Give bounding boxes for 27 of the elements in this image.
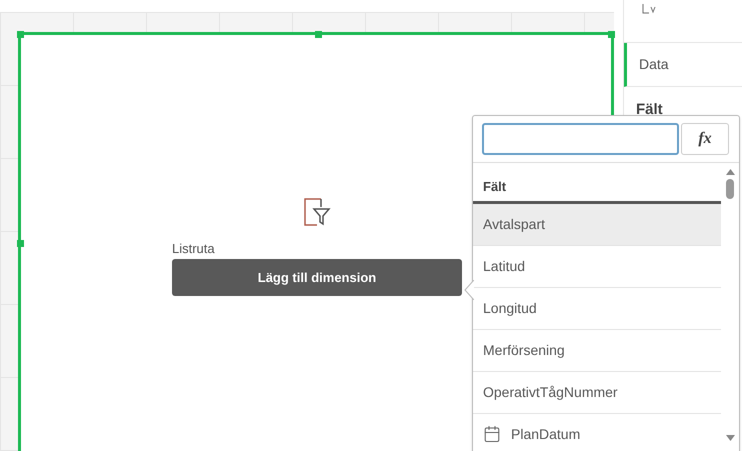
object-type-label: Listruta [172, 241, 216, 257]
field-label: Merförsening [483, 340, 565, 360]
search-field[interactable] [482, 123, 679, 155]
panel-icon [642, 4, 656, 14]
expression-button[interactable]: fx [681, 123, 729, 155]
field-label: Avtalspart [483, 214, 545, 234]
panel-tab[interactable]: Data [624, 43, 742, 87]
field-label: PlanDatum [511, 424, 580, 444]
resize-handle[interactable] [17, 31, 24, 38]
resize-handle[interactable] [315, 31, 322, 38]
section-title: Fält [635, 100, 664, 120]
calendar-icon [483, 425, 501, 443]
scroll-thumb[interactable] [726, 179, 734, 199]
add-dimension-button[interactable]: Lägg till dimension [172, 259, 462, 296]
scroll-up-icon[interactable] [726, 169, 734, 175]
field-label: Latitud [483, 256, 526, 276]
filter-pane-icon [303, 197, 331, 227]
field-item[interactable]: Avtalspart [473, 204, 721, 246]
field-label: Longitud [483, 298, 537, 318]
resize-handle[interactable] [608, 31, 615, 38]
field-item[interactable]: Longitud [473, 288, 721, 330]
scroll-down-icon[interactable] [726, 435, 734, 441]
field-item[interactable]: Latitud [473, 246, 721, 288]
field-item[interactable]: OperativtTågNummer [473, 372, 721, 414]
resize-handle[interactable] [17, 240, 24, 247]
field-item[interactable]: Merförsening [473, 330, 721, 372]
field-item[interactable]: PlanDatum [473, 414, 721, 451]
